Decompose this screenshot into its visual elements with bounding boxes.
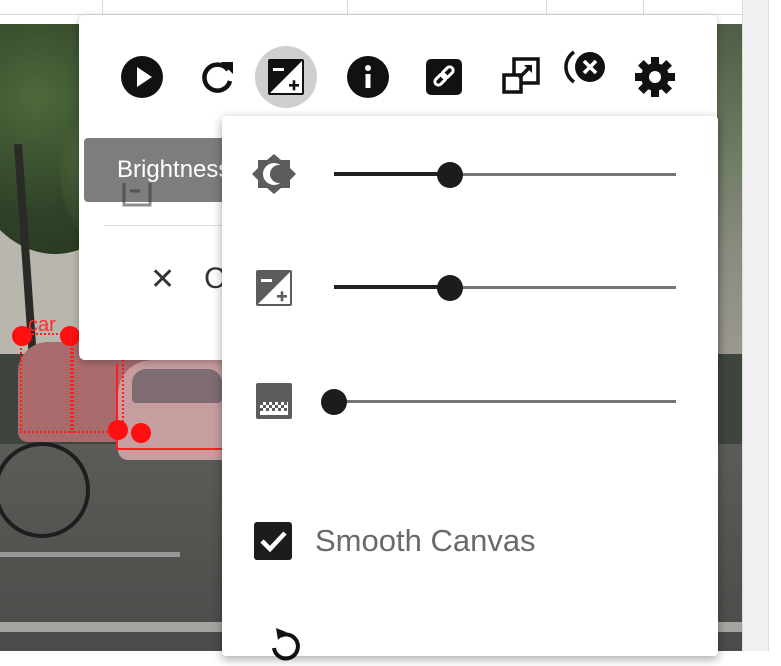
slider-thumb[interactable] bbox=[437, 162, 464, 188]
slider-thumb[interactable] bbox=[437, 275, 464, 301]
clear-button[interactable] bbox=[561, 45, 611, 95]
slider-fill bbox=[334, 172, 451, 176]
gear-icon bbox=[635, 57, 675, 97]
table-column-divider bbox=[643, 0, 644, 14]
refresh-icon bbox=[202, 62, 233, 93]
slider-track bbox=[334, 400, 676, 403]
table-column-divider bbox=[102, 0, 103, 14]
scrollbar[interactable] bbox=[742, 0, 769, 651]
info-circle-icon bbox=[347, 56, 389, 98]
play-button[interactable] bbox=[117, 52, 167, 102]
adjustments-panel: Smooth Canvas bbox=[222, 116, 718, 661]
annotation-label: car bbox=[28, 314, 56, 336]
brightness-icon bbox=[252, 154, 296, 194]
smooth-canvas-label[interactable]: Smooth Canvas bbox=[315, 522, 536, 560]
play-circle-icon bbox=[121, 56, 163, 98]
checkmark-icon bbox=[260, 531, 287, 553]
import-icon bbox=[122, 183, 152, 207]
refresh-button[interactable] bbox=[192, 52, 242, 102]
smooth-canvas-checkbox[interactable] bbox=[254, 522, 292, 560]
link-button[interactable] bbox=[419, 52, 469, 102]
slider-fill bbox=[334, 285, 451, 289]
link-icon bbox=[426, 59, 462, 95]
settings-button[interactable] bbox=[630, 52, 680, 102]
table-column-divider bbox=[546, 0, 547, 14]
slider-thumb[interactable] bbox=[321, 389, 347, 415]
menu-divider bbox=[104, 225, 228, 226]
close-circle-icon bbox=[564, 50, 605, 84]
gradient-icon bbox=[256, 383, 292, 419]
scene-lane-marking bbox=[0, 552, 180, 557]
brightness-slider[interactable] bbox=[334, 160, 676, 190]
close-icon[interactable]: ✕ bbox=[150, 262, 175, 297]
table-column-divider bbox=[347, 0, 348, 14]
annotation-box[interactable] bbox=[20, 333, 74, 433]
adjustments-button[interactable] bbox=[255, 46, 317, 108]
tooltip: Brightness bbox=[84, 138, 234, 202]
popout-button[interactable] bbox=[496, 52, 546, 102]
info-button[interactable] bbox=[343, 52, 393, 102]
annotation-point[interactable] bbox=[108, 420, 128, 440]
annotation-point[interactable] bbox=[60, 326, 80, 346]
contrast-icon bbox=[256, 270, 292, 306]
annotation-point[interactable] bbox=[131, 423, 151, 443]
contrast-slider[interactable] bbox=[334, 273, 676, 303]
reset-icon[interactable] bbox=[262, 622, 306, 666]
brightness-contrast-icon bbox=[268, 59, 304, 95]
saturation-slider[interactable] bbox=[321, 387, 676, 417]
table-header-strip bbox=[0, 0, 742, 15]
popout-icon bbox=[502, 57, 540, 94]
